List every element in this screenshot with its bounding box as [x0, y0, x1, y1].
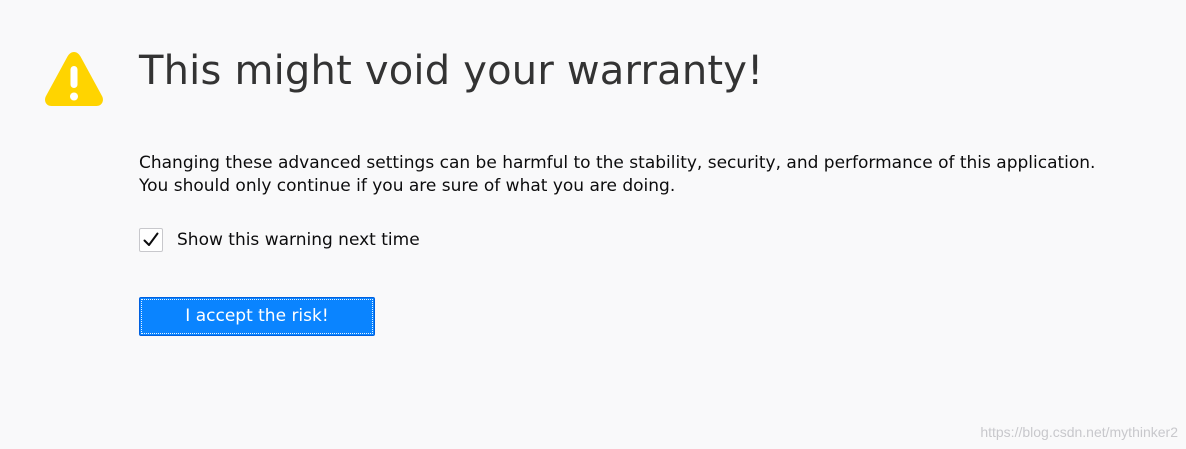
- warning-description: Changing these advanced settings can be …: [139, 152, 1179, 198]
- warning-triangle-icon: [43, 49, 105, 110]
- page-title: This might void your warranty!: [139, 48, 764, 94]
- description-line: Changing these advanced settings can be …: [139, 153, 1096, 173]
- accept-risk-button[interactable]: I accept the risk!: [139, 297, 375, 336]
- description-line: You should only continue if you are sure…: [139, 176, 676, 196]
- show-warning-label[interactable]: Show this warning next time: [177, 227, 420, 253]
- show-warning-checkbox-row[interactable]: Show this warning next time: [139, 227, 420, 253]
- watermark: https://blog.csdn.net/mythinker2: [980, 424, 1178, 440]
- show-warning-checkbox[interactable]: [139, 228, 163, 252]
- checkmark-icon: [143, 232, 159, 246]
